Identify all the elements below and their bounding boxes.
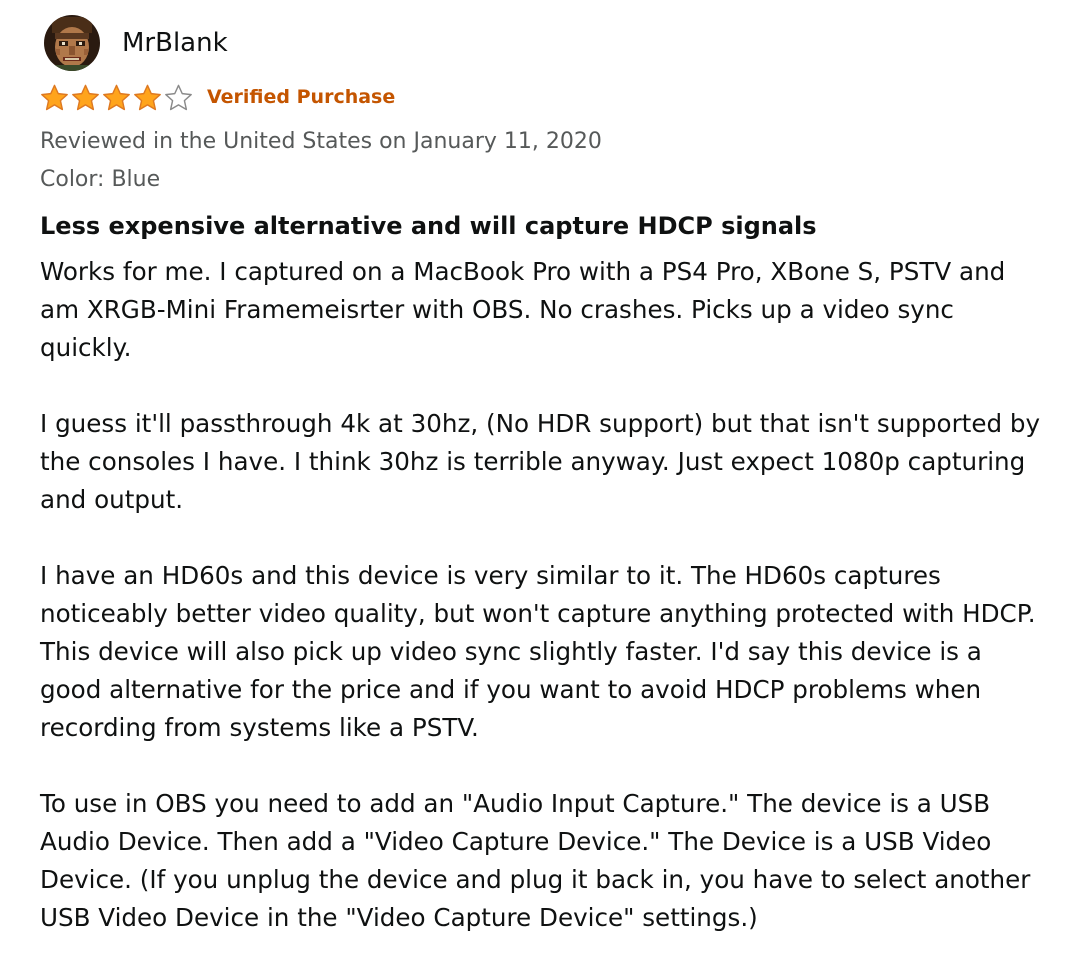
review-paragraph: Works for me. I captured on a MacBook Pr…	[40, 257, 1006, 362]
review-card: MrBlank Verified Purchase Reviewed in th…	[0, 0, 1080, 965]
star-filled-icon	[72, 84, 99, 110]
profile-avatar-icon	[44, 15, 100, 71]
review-body: Works for me. I captured on a MacBook Pr…	[40, 253, 1050, 937]
star-empty-icon	[165, 84, 192, 110]
star-rating[interactable]	[40, 83, 193, 112]
rating-row: Verified Purchase	[40, 82, 395, 112]
product-variant: Color: Blue	[40, 167, 161, 192]
star-filled-icon	[103, 84, 130, 110]
star-filled-icon	[134, 84, 161, 110]
star-filled-icon	[41, 84, 68, 110]
verified-purchase-badge: Verified Purchase	[207, 86, 396, 108]
review-paragraph: I guess it'll passthrough 4k at 30hz, (N…	[40, 409, 1041, 514]
review-paragraph: To use in OBS you need to add an "Audio …	[40, 789, 1031, 932]
review-paragraph: I have an HD60s and this device is very …	[40, 561, 1036, 742]
review-date: Reviewed in the United States on January…	[40, 129, 602, 154]
review-title: Less expensive alternative and will capt…	[40, 212, 817, 240]
reviewer-name[interactable]: MrBlank	[122, 27, 228, 59]
avatar[interactable]	[44, 15, 100, 71]
